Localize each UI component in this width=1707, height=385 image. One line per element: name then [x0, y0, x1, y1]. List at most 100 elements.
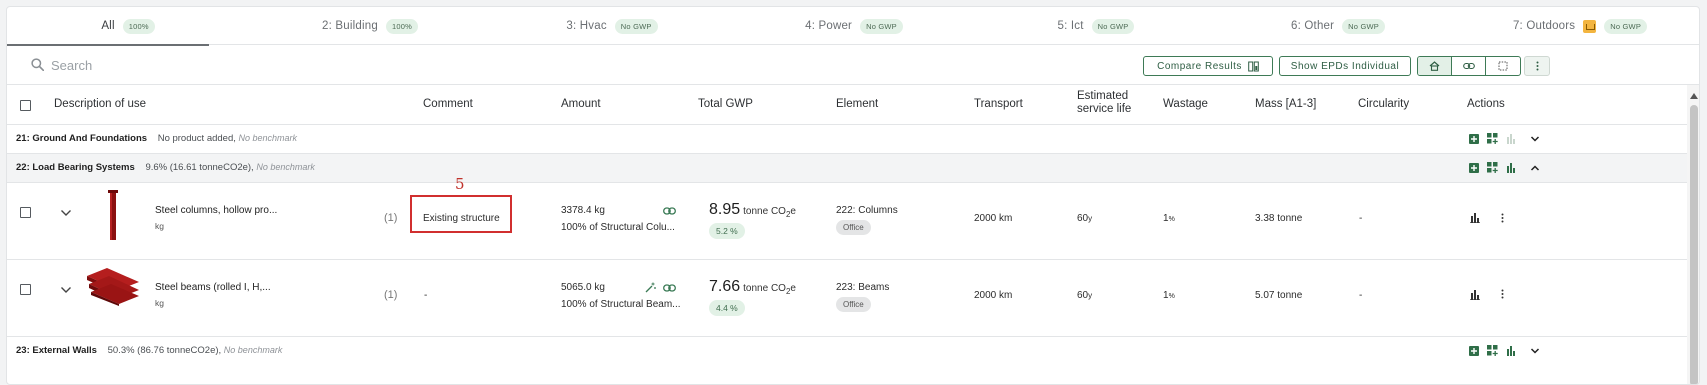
transport-cell[interactable]: 2000 km — [974, 290, 1012, 301]
compare-results-button[interactable]: Compare Results — [1143, 56, 1273, 76]
product-name[interactable]: Steel columns, hollow pro... kg — [155, 205, 277, 231]
annotation-highlight-box — [410, 195, 512, 233]
steel-beams-image — [87, 268, 139, 306]
scroll-up-arrow[interactable] — [1690, 93, 1698, 99]
home-view-button[interactable] — [1418, 57, 1452, 75]
tab-label: 3: Hvac — [566, 20, 607, 32]
add-multiple-icon[interactable] — [1487, 162, 1498, 173]
chevron-down-icon[interactable] — [1530, 135, 1540, 143]
table-header: Description of use Comment Amount Total … — [7, 85, 1699, 125]
tab-building[interactable]: 2: Building 100% — [249, 7, 491, 45]
service-life-cell[interactable]: 60y — [1077, 213, 1092, 224]
group-benchmark: No benchmark — [223, 345, 283, 355]
tab-power[interactable]: 4: Power No GWP — [733, 7, 975, 45]
group-row-23[interactable]: 23: External Walls 50.3% (86.76 tonneCO2… — [7, 337, 1699, 366]
add-product-icon[interactable] — [1469, 345, 1479, 356]
circularity-cell[interactable]: - — [1359, 213, 1362, 224]
home-icon — [1429, 61, 1440, 71]
group-row-21[interactable]: 21: Ground And Foundations No product ad… — [7, 125, 1699, 154]
column-wastage[interactable]: Wastage — [1163, 98, 1208, 110]
table-row[interactable]: Steel columns, hollow pro... kg (1) Exis… — [7, 183, 1699, 260]
search-input[interactable] — [51, 54, 451, 76]
category-tabs: All 100% 2: Building 100% 3: Hvac No GWP… — [7, 7, 1699, 46]
column-circularity[interactable]: Circularity — [1358, 98, 1409, 110]
scrollbar-thumb[interactable] — [1690, 105, 1698, 384]
group-row-22[interactable]: 22: Load Bearing Systems 9.6% (16.61 ton… — [7, 154, 1699, 183]
amount-cell[interactable]: 3378.4 kg 100% of Structural Colu... — [561, 205, 675, 233]
chart-icon[interactable] — [1470, 213, 1480, 223]
chevron-up-icon[interactable] — [1530, 164, 1540, 172]
show-epds-individual-button[interactable]: Show EPDs Individual — [1279, 56, 1411, 76]
add-product-icon[interactable] — [1469, 133, 1479, 144]
column-total-gwp[interactable]: Total GWP — [698, 98, 753, 110]
row-checkbox[interactable] — [20, 284, 31, 295]
select-view-button[interactable] — [1486, 57, 1520, 75]
table-row[interactable]: Steel beams (rolled I, H,... kg (1) - 50… — [7, 260, 1699, 337]
column-description[interactable]: Description of use — [54, 98, 146, 110]
comment-cell[interactable]: - — [424, 290, 427, 301]
chart-icon[interactable] — [1470, 290, 1480, 300]
epd-count: (1) — [384, 289, 398, 301]
tab-hvac[interactable]: 3: Hvac No GWP — [491, 7, 733, 45]
link-icon[interactable] — [663, 207, 676, 215]
tab-label: 2: Building — [322, 20, 378, 32]
chart-icon[interactable] — [1506, 162, 1516, 173]
group-title: 23: External Walls 50.3% (86.76 tonneCO2… — [16, 345, 282, 356]
add-product-icon[interactable] — [1469, 162, 1479, 173]
group-actions — [1469, 345, 1540, 356]
column-service-life[interactable]: Estimated service life — [1077, 90, 1131, 116]
chevron-down-icon[interactable] — [60, 209, 72, 217]
group-info: 50.3% (86.76 tonneCO2e), — [107, 345, 222, 356]
gwp-unit: tonne CO2e — [743, 283, 796, 296]
gwp-percent-badge: 5.2 % — [709, 223, 745, 239]
tab-label: All — [101, 20, 115, 32]
tab-outdoors[interactable]: 7: Outdoors No GWP — [1459, 7, 1699, 45]
tab-badge: No GWP — [1604, 18, 1648, 34]
annotation-number: 5 — [455, 175, 465, 193]
chart-icon[interactable] — [1506, 345, 1516, 356]
wastage-cell[interactable]: 1% — [1163, 290, 1175, 301]
magic-wand-icon[interactable] — [645, 282, 656, 293]
tab-badge: No GWP — [614, 18, 658, 34]
product-unit: kg — [155, 221, 164, 231]
product-name[interactable]: Steel beams (rolled I, H,... kg — [155, 282, 271, 308]
group-title: 22: Load Bearing Systems 9.6% (16.61 ton… — [16, 162, 315, 173]
gwp-unit: tonne CO2e — [743, 206, 796, 219]
link-view-button[interactable] — [1452, 57, 1486, 75]
gwp-percent-badge: 4.4 % — [709, 300, 745, 316]
row-checkbox[interactable] — [20, 207, 31, 218]
link-icon[interactable] — [663, 284, 676, 292]
tab-label: 5: Ict — [1057, 20, 1084, 32]
tab-label: 7: Outdoors — [1512, 20, 1576, 32]
column-comment[interactable]: Comment — [423, 98, 473, 110]
more-options-button[interactable] — [1524, 56, 1550, 76]
wastage-cell[interactable]: 1% — [1163, 213, 1175, 224]
add-multiple-icon[interactable] — [1487, 345, 1498, 356]
more-vertical-icon — [1536, 61, 1538, 71]
chevron-down-icon[interactable] — [1530, 347, 1540, 355]
column-transport[interactable]: Transport — [974, 98, 1023, 110]
element-cell[interactable]: 222: Columns Office — [836, 205, 898, 235]
column-element[interactable]: Element — [836, 98, 878, 110]
chart-icon[interactable] — [1506, 133, 1516, 144]
amount-share: 100% of Structural Beam... — [561, 299, 681, 310]
toolbar: Compare Results Show EPDs Individual — [7, 45, 1699, 85]
group-benchmark: No benchmark — [238, 133, 298, 143]
more-vertical-icon[interactable] — [1501, 289, 1504, 299]
element-cell[interactable]: 223: Beams Office — [836, 282, 889, 312]
total-gwp-cell: 7.66 tonne CO2e 4.4 % — [709, 278, 796, 316]
tab-all[interactable]: All 100% — [7, 7, 249, 46]
transport-cell[interactable]: 2000 km — [974, 213, 1012, 224]
column-amount[interactable]: Amount — [561, 98, 601, 110]
select-all-checkbox[interactable] — [20, 100, 31, 111]
circularity-cell[interactable]: - — [1359, 290, 1362, 301]
tab-ict[interactable]: 5: Ict No GWP — [975, 7, 1217, 45]
add-multiple-icon[interactable] — [1487, 133, 1498, 144]
service-life-cell[interactable]: 60y — [1077, 290, 1092, 301]
show-epds-label: Show EPDs Individual — [1290, 60, 1400, 72]
tab-other[interactable]: 6: Other No GWP — [1217, 7, 1459, 45]
chevron-down-icon[interactable] — [60, 286, 72, 294]
more-vertical-icon[interactable] — [1501, 213, 1504, 223]
group-name: 23: External Walls — [16, 345, 97, 356]
column-mass[interactable]: Mass [A1-3] — [1255, 98, 1316, 110]
